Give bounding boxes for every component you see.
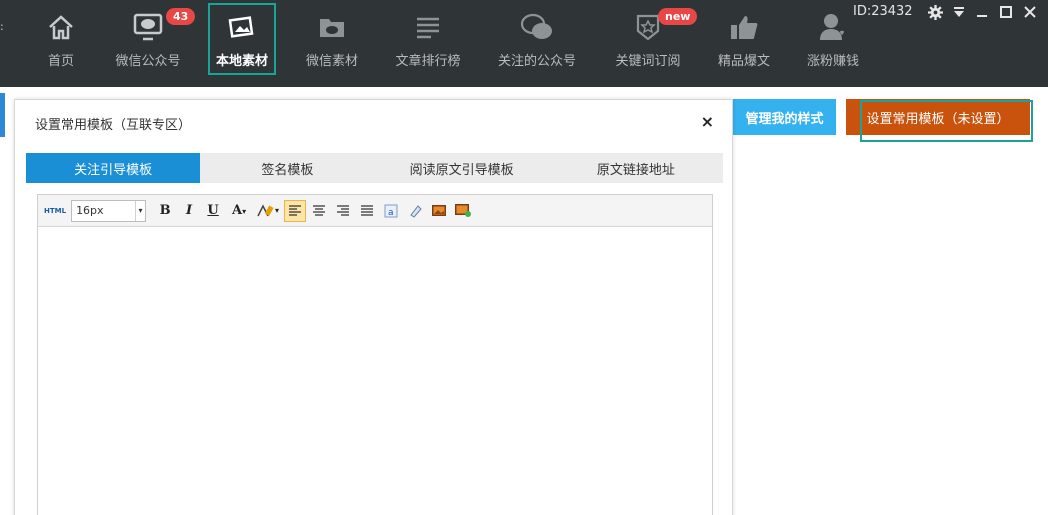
close-window-icon[interactable] [1022,4,1038,20]
nav-item-home[interactable]: 首页 [44,10,78,74]
tab-signature[interactable]: 签名模板 [200,153,374,183]
nav-item-label: 微信公众号 [115,54,181,69]
tab-original-link[interactable]: 原文链接地址 [549,153,723,183]
manage-my-styles-button[interactable]: 管理我的样式 [733,99,836,135]
user-id-label: ID:23432 [853,4,913,19]
chevron-down-icon: ▾ [135,200,145,221]
nav-item-label: 本地素材 [215,54,268,69]
wechat-bubbles-icon [520,10,554,44]
nav-item-article-ranking[interactable]: 文章排行榜 [392,10,464,74]
nav-item-label: 关注的公众号 [497,54,576,69]
close-icon[interactable]: × [701,112,714,131]
editor-toolbar: HTML 16px ▾ B I U A ▾ ▾ a [38,195,712,227]
nav-item-label: 精品爆文 [717,54,770,69]
list-lines-icon [411,10,445,44]
font-size-value: 16px [76,204,104,217]
svg-text:a: a [388,208,394,218]
nav-item-label: 文章排行榜 [395,54,461,69]
align-left-icon[interactable] [284,199,307,222]
maximize-icon[interactable] [998,4,1014,20]
insert-text-icon[interactable]: a [380,200,402,222]
nav-item-wechat-materials[interactable]: 微信素材 [303,10,361,74]
nav-item-hot-articles[interactable]: 精品爆文 [715,10,773,74]
rich-text-editor: HTML 16px ▾ B I U A ▾ ▾ a [37,194,713,515]
font-size-select[interactable]: 16px ▾ [71,199,147,222]
html-source-button[interactable]: HTML [44,207,66,215]
nav-item-label: 关键词订阅 [615,54,681,69]
left-panel-edge [0,93,5,137]
justify-icon[interactable] [356,200,378,222]
template-settings-dialog: 设置常用模板（互联专区） × 关注引导模板 签名模板 阅读原文引导模板 原文链接… [14,99,733,515]
home-icon [44,10,78,44]
thumbs-up-icon [727,10,761,44]
nav-item-label: 微信素材 [305,54,358,69]
gear-icon[interactable] [927,4,943,20]
nav-item-followed-accounts[interactable]: 关注的公众号 [494,10,580,74]
bold-icon[interactable]: B [154,200,176,222]
user-heart-icon [816,10,850,44]
tab-read-original-guide[interactable]: 阅读原文引导模板 [375,153,549,183]
template-tabs: 关注引导模板 签名模板 阅读原文引导模板 原文链接地址 [26,153,723,183]
wechat-folder-icon [315,10,349,44]
unread-count-badge: 43 [166,8,196,25]
nav-item-label: 涨粉赚钱 [806,54,859,69]
align-center-icon[interactable] [308,200,330,222]
font-color-icon[interactable]: A ▾ [226,200,252,222]
monitor-wechat-icon [131,10,165,44]
align-right-icon[interactable] [332,200,354,222]
nav-item-local-materials[interactable]: 本地素材 [208,3,276,75]
highlight-color-icon[interactable]: ▾ [254,200,282,222]
minimize-icon[interactable] [974,4,990,20]
dialog-title: 设置常用模板（互联专区） [35,118,192,133]
new-badge: new [658,8,698,25]
editor-content-area[interactable] [38,227,712,515]
tab-follow-guide[interactable]: 关注引导模板 [26,153,201,183]
nav-item-label: 首页 [47,54,74,69]
nav-item-keyword-subscription[interactable]: 关键词订阅 new [612,8,698,74]
insert-media-icon[interactable] [452,200,474,222]
eraser-icon[interactable] [404,200,426,222]
top-navigation-bar: : 首页 微信公众号 43 本地素材 微信素材 文章排行榜 关注的公众号 关键词… [0,0,1048,87]
menu-dropdown-icon[interactable] [951,4,967,20]
nav-item-grow-fans[interactable]: 涨粉赚钱 [804,10,862,74]
italic-icon[interactable]: I [178,200,200,222]
insert-image-icon[interactable] [428,200,450,222]
left-edge-mark: : [0,20,4,33]
nav-item-wechat-accounts[interactable]: 微信公众号 43 [110,8,196,74]
highlight-outline [860,100,1033,142]
underline-icon[interactable]: U [202,200,224,222]
images-icon [225,10,259,44]
